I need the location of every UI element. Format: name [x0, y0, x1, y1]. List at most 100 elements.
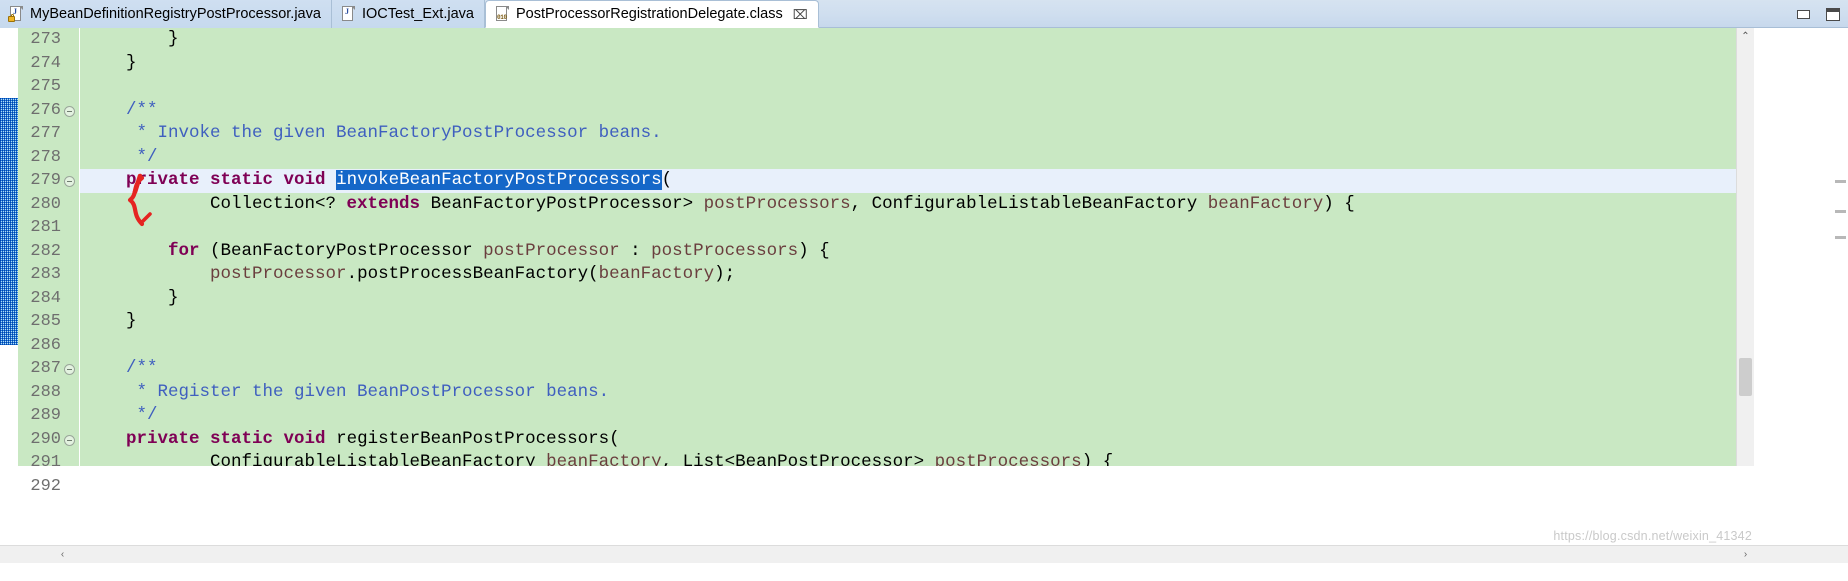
code-line[interactable]: private static void registerBeanPostProc…: [80, 428, 1754, 452]
code-line[interactable]: for (BeanFactoryPostProcessor postProces…: [80, 240, 1754, 264]
line-number: 279: [30, 171, 61, 190]
code-token: beanFactory: [598, 264, 715, 284]
code-editor: 273 274 275 276 277 278 279 280 281 282 283 284 285 2…: [0, 28, 1848, 581]
line-number: 290: [30, 429, 61, 449]
overview-ruler[interactable]: [1754, 28, 1848, 466]
code-line[interactable]: * Register the given BeanPostProcessor b…: [80, 381, 1754, 405]
line-number: 278: [30, 147, 61, 167]
editor-tab-mybeandefinitionregistrypostprocessor[interactable]: J MyBeanDefinitionRegistryPostProcessor.…: [0, 0, 332, 28]
code-token: }: [84, 52, 137, 73]
editor-tab-bar: J MyBeanDefinitionRegistryPostProcessor.…: [0, 0, 1848, 28]
code-line[interactable]: private static void invokeBeanFactoryPos…: [80, 169, 1754, 193]
scroll-right-icon[interactable]: ›: [1737, 546, 1754, 563]
code-token: beanFactory: [546, 452, 662, 466]
code-token: }: [84, 311, 137, 331]
code-line[interactable]: /**: [80, 99, 1754, 123]
code-line[interactable]: }: [80, 287, 1754, 311]
occurrence-marker: [0, 98, 18, 345]
fold-cell: [63, 146, 79, 170]
code-token: beanFactory: [1207, 193, 1324, 214]
maximize-icon[interactable]: [1826, 7, 1840, 21]
code-token: postProcessors: [651, 240, 799, 261]
horizontal-scrollbar[interactable]: ‹ ›: [0, 545, 1848, 563]
window-controls: [1797, 0, 1840, 28]
code-line[interactable]: }: [80, 52, 1754, 76]
code-folding-bar[interactable]: [63, 28, 80, 466]
overview-marker: [1835, 180, 1846, 183]
collapse-icon[interactable]: [64, 434, 75, 446]
vertical-scrollbar-thumb[interactable]: [1739, 358, 1752, 396]
collapse-icon[interactable]: [64, 105, 75, 117]
line-number: 289: [30, 406, 61, 425]
code-text-area[interactable]: } } /** * Invoke the given BeanFactoryPo…: [80, 28, 1754, 466]
fold-cell: [63, 216, 79, 240]
line-number: 273: [30, 30, 61, 49]
collapse-icon[interactable]: [64, 176, 75, 187]
editor-tab-ioctest-ext[interactable]: J IOCTest_Ext.java: [331, 0, 485, 28]
code-token: postProcessor: [210, 264, 347, 284]
code-token: ) {: [798, 240, 830, 261]
fold-cell: [63, 451, 79, 475]
code-token: BeanFactoryPostProcessor>: [420, 193, 704, 214]
close-icon[interactable]: ⌧: [793, 8, 808, 21]
code-line[interactable]: Collection<? extends BeanFactoryPostProc…: [80, 193, 1754, 217]
fold-cell: [63, 122, 79, 146]
code-token: /**: [84, 358, 158, 378]
code-line[interactable]: */: [80, 146, 1754, 170]
scroll-left-icon[interactable]: ‹: [54, 546, 71, 563]
line-number: 276: [30, 100, 61, 120]
line-number: 287: [30, 359, 61, 378]
code-token: for: [168, 240, 200, 261]
editor-bottom-strip: [0, 563, 1848, 581]
code-token: postProcessors: [703, 193, 851, 214]
fold-toggle[interactable]: [63, 428, 79, 452]
code-token: registerBeanPostProcessors(: [325, 428, 620, 449]
vertical-scrollbar[interactable]: ⌃: [1736, 28, 1754, 466]
code-line[interactable]: }: [80, 310, 1754, 334]
overview-marker: [1835, 210, 1846, 213]
code-line[interactable]: * Invoke the given BeanFactoryPostProces…: [80, 122, 1754, 146]
fold-cell: [63, 475, 79, 499]
code-line[interactable]: [80, 216, 1754, 240]
fold-cell: [63, 381, 79, 405]
code-token: (BeanFactoryPostProcessor: [199, 240, 484, 261]
java-file-icon: J: [340, 6, 356, 22]
line-number: 284: [30, 288, 61, 308]
minimize-icon[interactable]: [1797, 9, 1810, 19]
code-token: postProcessor: [483, 240, 620, 261]
code-line[interactable]: [80, 75, 1754, 99]
editor-tab-label: MyBeanDefinitionRegistryPostProcessor.ja…: [30, 5, 321, 22]
code-line[interactable]: ConfigurableListableBeanFactory beanFact…: [80, 451, 1754, 466]
line-number: 292: [30, 476, 61, 496]
code-line[interactable]: [80, 334, 1754, 358]
fold-cell: [63, 193, 79, 217]
code-token: , ConfigurableListableBeanFactory: [850, 193, 1208, 214]
code-token: :: [619, 240, 652, 261]
code-token: .postProcessBeanFactory(: [346, 264, 599, 284]
code-token: private static void: [126, 428, 326, 449]
fold-toggle[interactable]: [63, 169, 79, 193]
fold-toggle[interactable]: [63, 357, 79, 381]
code-token: );: [714, 264, 736, 284]
scroll-up-icon[interactable]: ⌃: [1737, 28, 1754, 45]
line-number: 281: [30, 218, 61, 237]
fold-cell: [63, 28, 79, 52]
line-number: 283: [30, 265, 61, 284]
fold-cell: [63, 310, 79, 334]
code-line[interactable]: }: [80, 28, 1754, 52]
annotation-marker-bar[interactable]: [0, 28, 19, 466]
fold-cell: [63, 404, 79, 428]
editor-tab-postprocessorregistrationdelegate[interactable]: 010 PostProcessorRegistrationDelegate.cl…: [484, 0, 819, 28]
fold-toggle[interactable]: [63, 99, 79, 123]
class-file-icon: 010: [494, 6, 510, 22]
code-token: */: [84, 405, 158, 425]
code-token: }: [84, 29, 179, 49]
code-line[interactable]: /**: [80, 357, 1754, 381]
code-line[interactable]: */: [80, 404, 1754, 428]
collapse-icon[interactable]: [64, 364, 75, 375]
code-token: , List<BeanPostProcessor>: [661, 452, 935, 466]
code-line[interactable]: postProcessor.postProcessBeanFactory(bea…: [80, 263, 1754, 287]
